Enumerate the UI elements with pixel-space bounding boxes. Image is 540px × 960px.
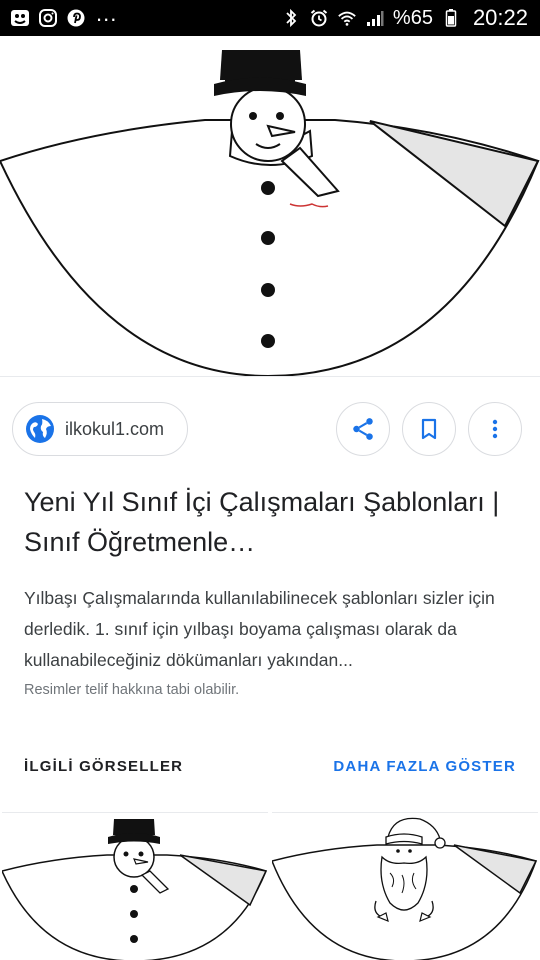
- snowman-thumbnail: [2, 819, 268, 960]
- app-icon: [10, 8, 30, 28]
- save-button[interactable]: [402, 402, 456, 456]
- santa-thumbnail: [272, 817, 538, 960]
- clock: 20:22: [472, 5, 528, 30]
- status-bar-left: ...: [10, 3, 117, 29]
- more-options-button[interactable]: [468, 402, 522, 456]
- pinterest-icon: [66, 8, 86, 28]
- result-image[interactable]: [0, 36, 540, 376]
- related-images-heading: İLGİLİ GÖRSELLER: [24, 758, 184, 775]
- related-image-2[interactable]: [272, 812, 538, 960]
- signal-icon: [365, 8, 385, 28]
- status-overflow: ...: [96, 1, 118, 26]
- show-more-link[interactable]: DAHA FAZLA GÖSTER: [333, 758, 516, 775]
- copyright-notice: Resimler telif hakkına tabi olabilir.: [24, 682, 240, 698]
- divider: [0, 376, 540, 377]
- source-chip[interactable]: ilkokul1.com: [12, 402, 188, 456]
- status-bar-right: %65 20:22: [281, 5, 528, 31]
- instagram-icon: [38, 8, 58, 28]
- wifi-icon: [337, 8, 357, 28]
- bluetooth-icon: [281, 8, 301, 28]
- globe-icon: [26, 415, 54, 443]
- status-bar: ... %65 20:22: [0, 0, 540, 36]
- snowman-template-illustration: [0, 50, 540, 376]
- more-vert-icon: [492, 419, 498, 439]
- result-title[interactable]: Yeni Yıl Sınıf İçi Çalışmaları Şablonlar…: [24, 482, 524, 562]
- alarm-icon: [309, 8, 329, 28]
- share-button[interactable]: [336, 402, 390, 456]
- share-icon: [353, 418, 373, 440]
- result-description: Yılbaşı Çalışmalarında kullanılabilinece…: [24, 588, 495, 670]
- bookmark-icon: [421, 418, 437, 440]
- related-image-1[interactable]: [2, 812, 268, 960]
- source-domain: ilkokul1.com: [65, 418, 165, 439]
- battery-percent: %65: [392, 6, 433, 29]
- battery-icon: [441, 8, 461, 28]
